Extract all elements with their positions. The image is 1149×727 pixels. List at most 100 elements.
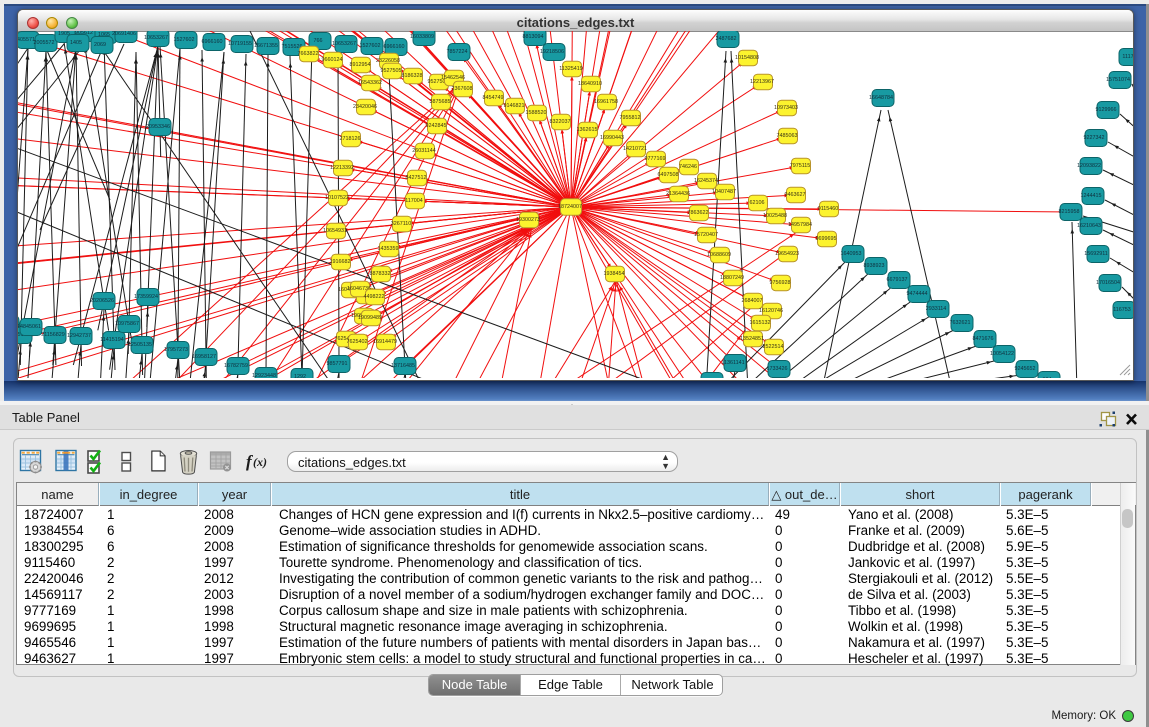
svg-text:26031144: 26031144 <box>412 148 436 154</box>
svg-text:8186328: 8186328 <box>402 73 423 79</box>
svg-text:10054122: 10054122 <box>990 351 1014 357</box>
svg-text:20953346: 20953346 <box>146 124 170 130</box>
svg-text:116753: 116753 <box>1113 307 1131 313</box>
svg-text:2005572: 2005572 <box>34 40 55 46</box>
svg-text:7863622: 7863622 <box>688 210 709 216</box>
svg-text:20206526: 20206526 <box>90 298 114 304</box>
svg-text:6966160: 6966160 <box>202 39 223 45</box>
svg-text:9129966: 9129966 <box>1096 107 1117 113</box>
svg-text:8471676: 8471676 <box>973 336 994 342</box>
svg-text:2718126: 2718126 <box>340 136 361 142</box>
svg-text:2487682: 2487682 <box>716 36 737 42</box>
svg-text:14845061: 14845061 <box>18 324 41 330</box>
svg-text:1244415: 1244415 <box>1081 193 1102 199</box>
svg-text:10154808: 10154808 <box>735 55 759 61</box>
svg-text:12213392: 12213392 <box>330 165 354 171</box>
svg-text:12093822: 12093822 <box>1077 163 1101 169</box>
svg-text:16033809: 16033809 <box>410 34 434 40</box>
svg-text:9777169: 9777169 <box>645 156 666 162</box>
svg-text:16245374: 16245374 <box>694 178 718 184</box>
svg-text:1117: 1117 <box>1122 54 1133 60</box>
svg-text:9756928: 9756928 <box>770 280 791 286</box>
svg-text:924: 924 <box>1043 377 1052 378</box>
svg-text:1733426: 1733426 <box>767 366 788 372</box>
svg-text:13716485: 13716485 <box>391 363 415 369</box>
svg-text:7632621: 7632621 <box>950 320 971 326</box>
svg-text:16210643: 16210643 <box>1077 223 1101 229</box>
svg-text:15692911: 15692911 <box>1084 251 1108 257</box>
svg-text:8813094: 8813094 <box>523 34 544 40</box>
svg-text:11325419: 11325419 <box>559 66 583 72</box>
svg-text:16543362: 16543362 <box>358 80 382 86</box>
svg-text:10653267: 10653267 <box>332 41 356 47</box>
svg-text:9245652: 9245652 <box>1015 366 1036 372</box>
svg-text:1362615: 1362615 <box>577 127 598 133</box>
svg-text:1527602: 1527602 <box>360 43 381 49</box>
svg-text:8215958: 8215958 <box>1059 209 1080 215</box>
svg-text:8938923: 8938923 <box>864 263 885 269</box>
svg-text:7663822: 7663822 <box>298 51 319 57</box>
svg-text:16671355: 16671355 <box>254 43 278 49</box>
svg-text:1435359: 1435359 <box>378 246 399 252</box>
svg-text:19099489: 19099489 <box>358 315 382 321</box>
svg-text:1916682: 1916682 <box>330 259 351 265</box>
svg-text:7625402: 7625402 <box>347 339 368 345</box>
svg-text:21364436: 21364436 <box>666 191 690 197</box>
svg-text:1938454: 1938454 <box>604 271 625 277</box>
svg-text:2933114: 2933114 <box>926 306 947 312</box>
svg-text:15720407: 15720407 <box>694 232 718 238</box>
svg-text:9474444: 9474444 <box>907 291 928 297</box>
svg-text:766: 766 <box>314 38 323 44</box>
svg-text:9227342: 9227342 <box>1084 135 1105 141</box>
svg-text:7485063: 7485063 <box>777 133 798 139</box>
svg-text:1405: 1405 <box>70 40 82 46</box>
svg-text:21156829: 21156829 <box>41 332 65 338</box>
svg-text:2684007: 2684007 <box>742 298 763 304</box>
svg-text:7975115: 7975115 <box>790 163 811 169</box>
svg-text:(x): (x) <box>253 455 267 469</box>
svg-text:12923448: 12923448 <box>252 373 276 378</box>
svg-text:12942737: 12942737 <box>67 333 91 339</box>
svg-text:3267110: 3267110 <box>391 221 412 227</box>
svg-text:16914479: 16914479 <box>373 339 397 345</box>
svg-text:10688609: 10688609 <box>707 252 731 258</box>
svg-text:10973403: 10973403 <box>774 105 798 111</box>
svg-text:9146821: 9146821 <box>504 103 525 109</box>
svg-text:10025488: 10025488 <box>763 213 787 219</box>
svg-text:8427512: 8427512 <box>406 175 427 181</box>
svg-text:10654931: 10654931 <box>323 228 347 234</box>
svg-text:6966160: 6966160 <box>384 44 405 50</box>
svg-text:1527602: 1527602 <box>174 37 195 43</box>
svg-text:16961758: 16961758 <box>594 99 618 105</box>
svg-text:9699695: 9699695 <box>816 236 837 242</box>
svg-text:16958127: 16958127 <box>192 354 216 360</box>
svg-text:2522514: 2522514 <box>763 344 784 350</box>
svg-text:11415194: 11415194 <box>100 337 124 343</box>
svg-text:14957984: 14957984 <box>788 222 812 228</box>
svg-text:10719155: 10719155 <box>228 41 252 47</box>
svg-text:3875685: 3875685 <box>430 99 451 105</box>
svg-text:17957273: 17957273 <box>164 347 188 353</box>
svg-text:9660124: 9660124 <box>322 57 343 63</box>
svg-text:12505135: 12505135 <box>128 342 152 348</box>
svg-text:9857791: 9857791 <box>327 361 348 367</box>
svg-text:10975867: 10975867 <box>115 321 139 327</box>
svg-text:4498222: 4498222 <box>364 294 385 300</box>
svg-text:19218506: 19218506 <box>540 49 564 55</box>
svg-text:6679137: 6679137 <box>887 277 908 283</box>
svg-text:17359924: 17359924 <box>134 294 158 300</box>
svg-text:19300273: 19300273 <box>516 217 540 223</box>
svg-text:9527505: 9527505 <box>381 68 402 74</box>
svg-text:1292: 1292 <box>294 374 306 378</box>
svg-text:23420046: 23420046 <box>353 104 377 110</box>
svg-text:746246: 746246 <box>679 164 697 170</box>
svg-text:62106: 62106 <box>750 200 765 206</box>
svg-text:9463627: 9463627 <box>785 192 806 198</box>
svg-text:16648784: 16648784 <box>869 95 893 101</box>
svg-text:16782759: 16782759 <box>224 363 248 369</box>
svg-text:12213967: 12213967 <box>750 79 774 85</box>
svg-text:1588520: 1588520 <box>526 110 547 116</box>
svg-text:8912954: 8912954 <box>350 62 371 68</box>
svg-text:2367608: 2367608 <box>452 86 473 92</box>
svg-text:18807249: 18807249 <box>720 275 744 281</box>
